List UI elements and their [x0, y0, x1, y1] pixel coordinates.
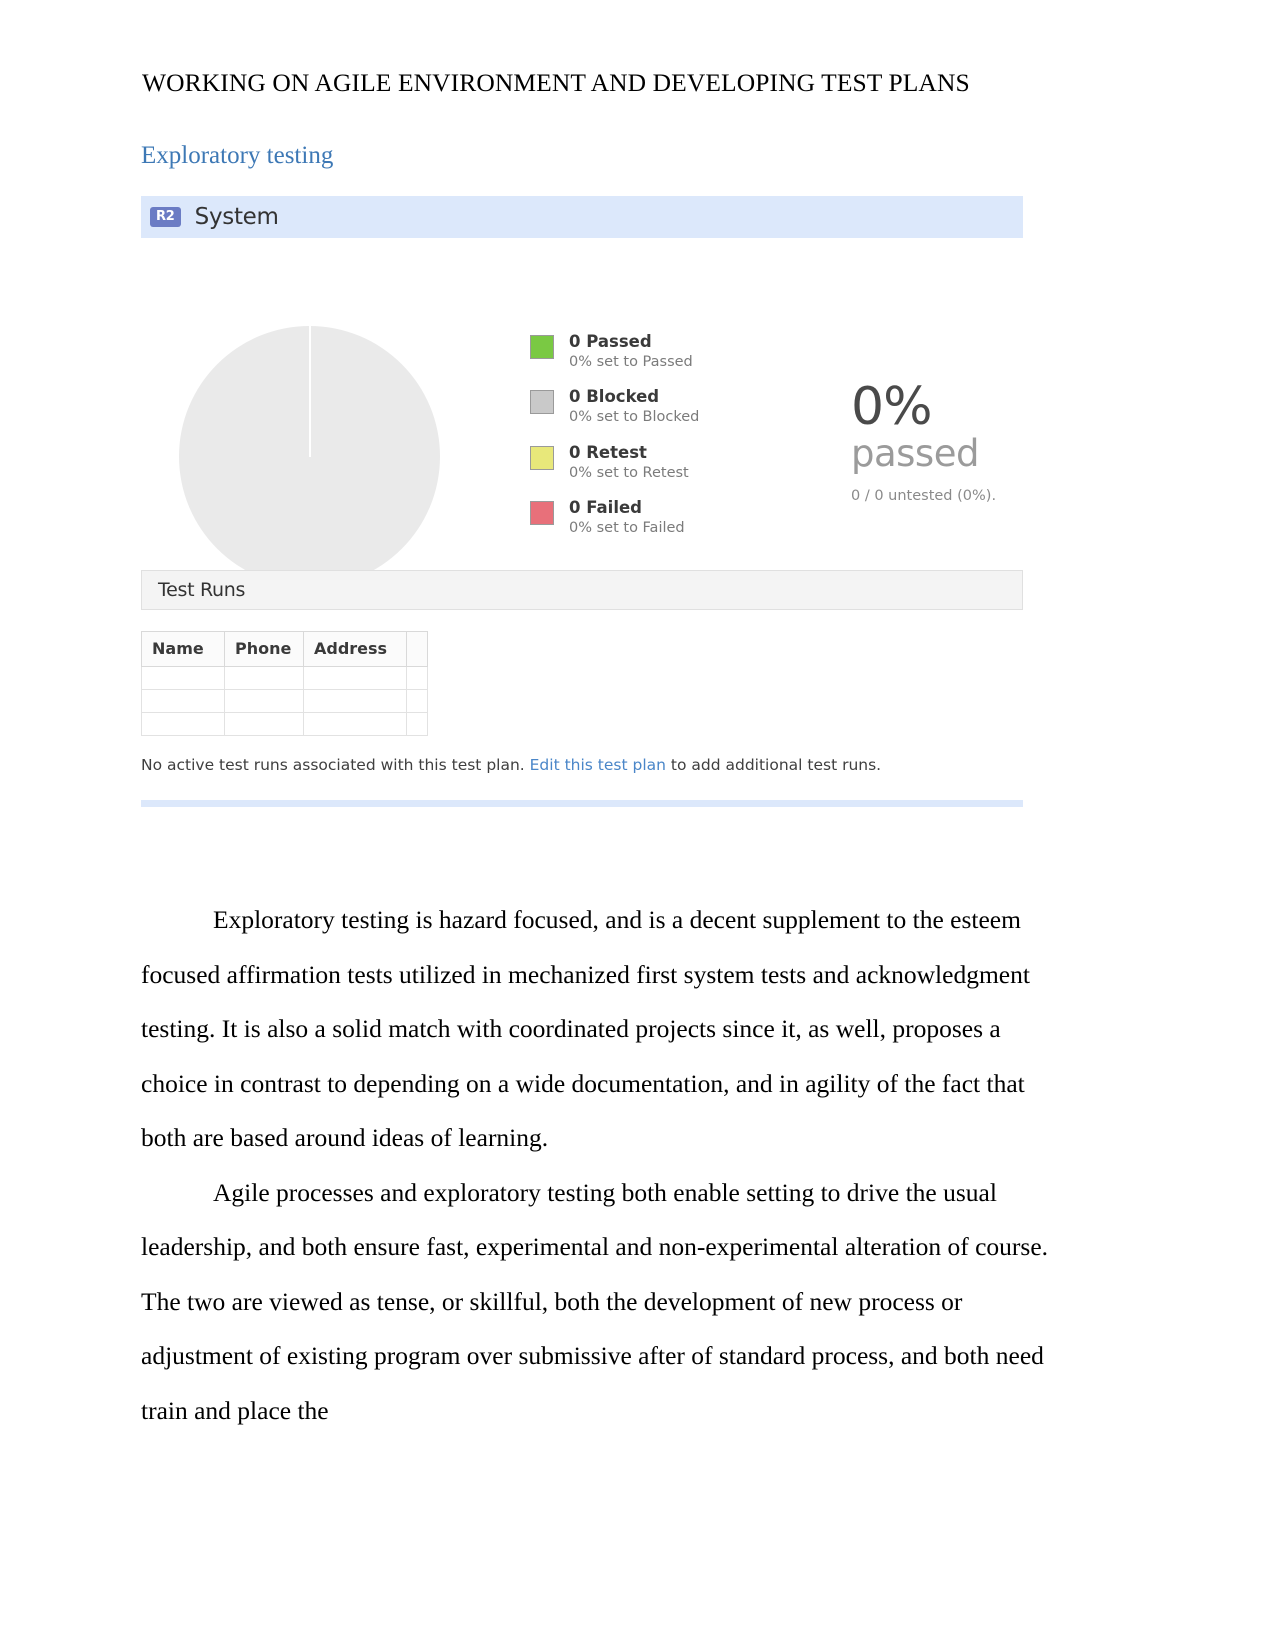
note-text-after: to add additional test runs. [665, 756, 882, 774]
cell-address [303, 689, 407, 713]
section-heading: Exploratory testing [141, 142, 334, 169]
column-header-address: Address [303, 631, 407, 667]
table-row [141, 712, 428, 736]
document-page: WORKING ON AGILE ENVIRONMENT AND DEVELOP… [0, 0, 1275, 1650]
legend-sub-retest: 0% set to Retest [569, 464, 689, 481]
results-pie-chart [179, 326, 440, 587]
edit-test-plan-link[interactable]: Edit this test plan [530, 756, 666, 774]
widget-title-bar: R2 System [141, 196, 1023, 238]
table-row [141, 666, 428, 690]
legend-sub-failed: 0% set to Failed [569, 520, 685, 537]
cell-extra [406, 712, 428, 736]
legend-item-blocked: 0 Blocked 0% set to Blocked [530, 387, 699, 426]
results-summary: 0 Passed 0% set to Passed 0 Blocked 0% s… [141, 238, 1023, 587]
paragraph-2: Agile processes and exploratory testing … [141, 1177, 1049, 1425]
column-header-extra [406, 631, 428, 667]
paragraph-1: Exploratory testing is hazard focused, a… [141, 905, 1030, 1152]
note-text-before: No active test runs associated with this… [141, 756, 530, 774]
legend-label-blocked: 0 Blocked [569, 387, 660, 407]
swatch-passed-icon [530, 335, 554, 359]
table-header-row: Name Phone Address [141, 631, 428, 667]
cell-extra [406, 689, 428, 713]
swatch-blocked-icon [530, 390, 554, 415]
results-legend: 0 Passed 0% set to Passed 0 Blocked 0% s… [530, 332, 699, 554]
legend-sub-passed: 0% set to Passed [569, 353, 693, 370]
swatch-failed-icon [530, 501, 554, 526]
widget-title: System [194, 204, 279, 230]
no-test-runs-note: No active test runs associated with this… [141, 756, 1023, 774]
pie-split-line [309, 326, 311, 457]
release-badge: R2 [150, 207, 181, 227]
pass-rate-label: passed [851, 432, 979, 475]
legend-label-retest: 0 Retest [569, 442, 647, 462]
cell-address [303, 712, 407, 736]
running-head: WORKING ON AGILE ENVIRONMENT AND DEVELOP… [142, 68, 970, 97]
cell-name [141, 689, 225, 713]
legend-label-passed: 0 Passed [569, 332, 652, 351]
widget-bottom-rule [141, 800, 1023, 807]
legend-item-passed: 0 Passed 0% set to Passed [530, 332, 699, 371]
cell-phone [224, 712, 304, 736]
cell-name [141, 712, 225, 736]
pass-rate-block: 0% passed 0 / 0 untested (0%). [851, 381, 996, 504]
swatch-retest-icon [530, 445, 554, 470]
testrail-screenshot-widget: R2 System 0 Passed 0% set to Passed 0 Bl… [141, 196, 1023, 807]
test-runs-header: Test Runs [141, 570, 1023, 610]
legend-item-failed: 0 Failed 0% set to Failed [530, 498, 699, 537]
legend-label-failed: 0 Failed [569, 498, 642, 518]
untested-count: 0 / 0 untested (0%). [851, 487, 997, 504]
body-text: Exploratory testing is hazard focused, a… [141, 893, 1066, 1438]
cell-phone [224, 689, 304, 713]
cell-address [303, 666, 407, 690]
legend-sub-blocked: 0% set to Blocked [569, 409, 700, 426]
cell-name [141, 666, 225, 690]
table-row [141, 689, 428, 713]
test-runs-table: Name Phone Address [141, 631, 428, 736]
test-runs-title: Test Runs [158, 579, 246, 601]
legend-item-retest: 0 Retest 0% set to Retest [530, 443, 699, 482]
column-header-name: Name [141, 631, 225, 667]
cell-extra [406, 666, 428, 690]
cell-phone [224, 666, 304, 690]
column-header-phone: Phone [224, 631, 304, 667]
pass-rate-value: 0% [851, 377, 933, 437]
